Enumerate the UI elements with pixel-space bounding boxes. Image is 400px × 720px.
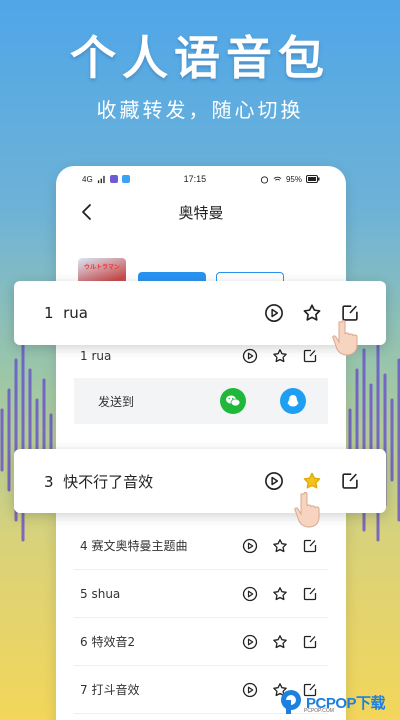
- item-index: 7: [80, 683, 88, 697]
- play-icon[interactable]: [242, 634, 258, 650]
- item-index: 4: [80, 539, 88, 553]
- star-icon[interactable]: [302, 303, 322, 323]
- subline: 收藏转发，随心切换: [96, 98, 304, 122]
- card-index: 3: [44, 472, 54, 491]
- share-edit-icon[interactable]: [302, 538, 318, 554]
- item-index: 5: [80, 586, 88, 601]
- list-item[interactable]: 6 特效音2: [74, 618, 328, 666]
- send-to-label: 发送到: [98, 394, 135, 409]
- headline: 个人语音包: [70, 31, 330, 85]
- item-index: 6: [80, 635, 88, 649]
- chevron-left-icon[interactable]: [78, 202, 96, 222]
- play-icon[interactable]: [264, 471, 284, 491]
- app-badge-icon: [109, 175, 118, 183]
- card-title: 快不行了音效: [63, 472, 154, 491]
- star-filled-icon[interactable]: [302, 471, 322, 491]
- item-title: shua: [91, 586, 121, 601]
- card-index: 1: [44, 304, 54, 322]
- list-item[interactable]: 5 shua: [74, 570, 328, 618]
- qq-icon[interactable]: [280, 388, 306, 414]
- watermark: PCPOP下载 PCPOP.COM: [280, 684, 400, 720]
- pcpop-logo-icon: [281, 690, 301, 714]
- item-title: rua: [91, 348, 112, 363]
- signal-text: 4G: [82, 174, 93, 184]
- card-title: rua: [63, 304, 88, 322]
- item-index: 1: [80, 348, 88, 363]
- pointing-hand-icon: [332, 320, 358, 356]
- play-icon[interactable]: [242, 682, 258, 698]
- play-icon[interactable]: [242, 538, 258, 554]
- wifi-icon: [273, 176, 282, 183]
- share-edit-icon[interactable]: [302, 634, 318, 650]
- item-title: 打斗音效: [91, 683, 140, 697]
- share-edit-icon[interactable]: [340, 471, 360, 491]
- item-title: 特效音2: [91, 635, 136, 649]
- battery-percent: 95%: [285, 174, 302, 184]
- phone-screen: 4G 17:15 95% 奥特曼 ウルトラマン 1 rua 发送到 4 赛文奥特…: [56, 166, 346, 720]
- signal-icon: [97, 175, 105, 183]
- battery-icon: [306, 175, 320, 183]
- list-item[interactable]: 4 赛文奥特曼主题曲: [74, 522, 328, 570]
- status-bar: 4G 17:15 95%: [56, 166, 346, 192]
- nav-bar: 奥特曼: [56, 192, 346, 232]
- send-to-panel: 发送到: [74, 378, 328, 424]
- watermark-tagline: PCPOP.COM: [304, 708, 334, 714]
- star-icon[interactable]: [272, 586, 288, 602]
- share-edit-icon[interactable]: [302, 348, 318, 364]
- status-time: 17:15: [183, 174, 207, 184]
- item-title: 赛文奥特曼主题曲: [91, 539, 188, 553]
- star-icon[interactable]: [272, 634, 288, 650]
- share-edit-icon[interactable]: [302, 586, 318, 602]
- wechat-icon[interactable]: [220, 388, 246, 414]
- page-title: 奥特曼: [178, 203, 224, 222]
- highlight-card-3[interactable]: 3 快不行了音效: [14, 449, 386, 513]
- play-icon[interactable]: [242, 348, 258, 364]
- play-icon[interactable]: [242, 586, 258, 602]
- pointing-hand-icon: [294, 492, 320, 528]
- app-badge-icon-2: [121, 175, 130, 183]
- alarm-icon: [260, 175, 269, 184]
- star-icon[interactable]: [272, 348, 288, 364]
- album-cover-text: ウルトラマン: [84, 264, 121, 271]
- play-icon[interactable]: [264, 303, 284, 323]
- star-icon[interactable]: [272, 538, 288, 554]
